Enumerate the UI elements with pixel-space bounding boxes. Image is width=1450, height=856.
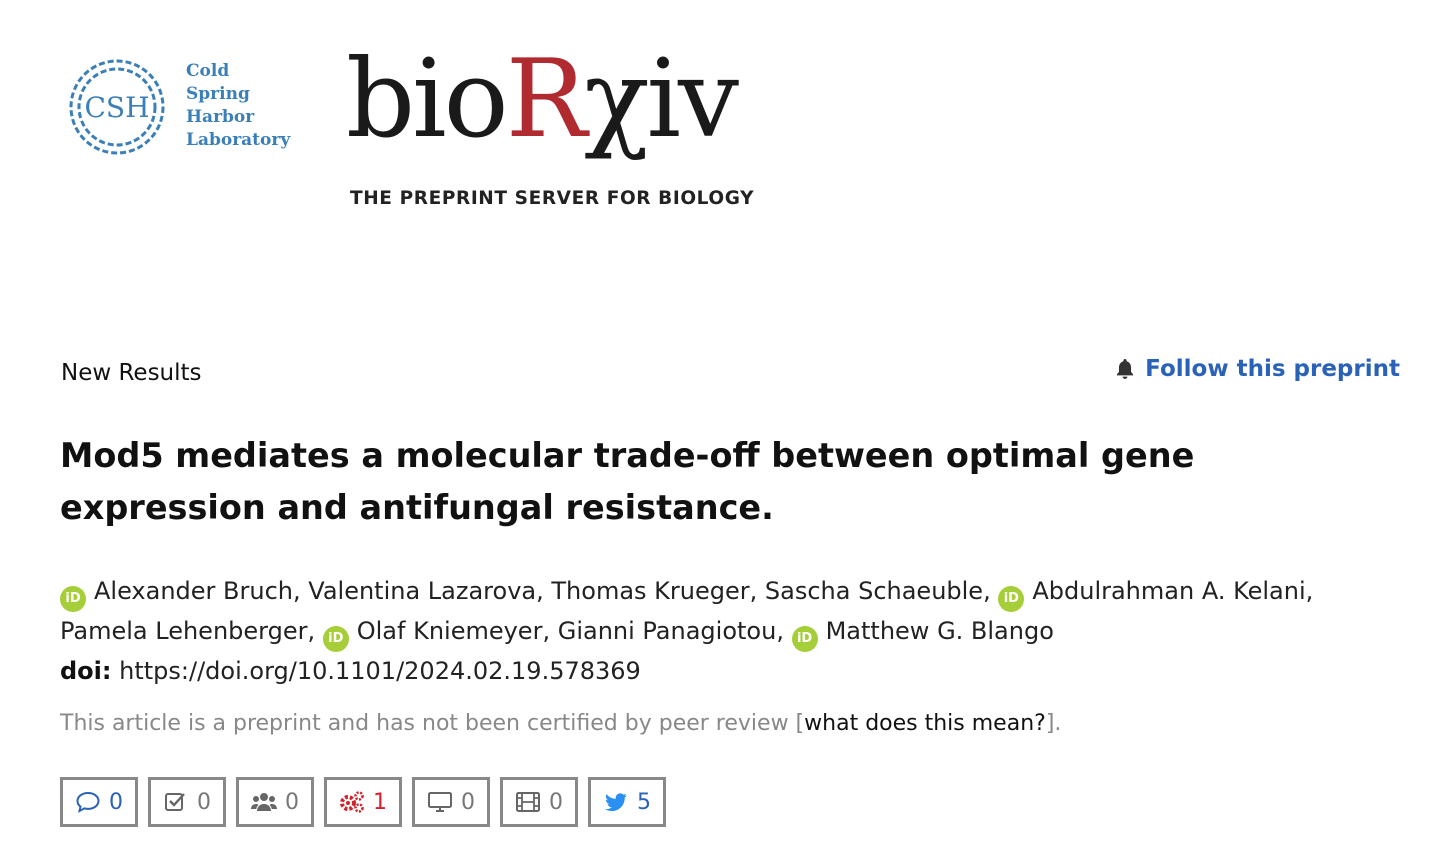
author[interactable]: Thomas Krueger, bbox=[551, 577, 757, 605]
monitor-icon bbox=[428, 792, 452, 812]
author[interactable]: iD Olaf Kniemeyer, bbox=[322, 617, 551, 652]
automated-tools-metric-button[interactable]: 1 bbox=[324, 777, 402, 827]
comments-count: 0 bbox=[109, 789, 123, 815]
brand-iv: iv bbox=[646, 37, 739, 162]
bell-icon bbox=[1117, 359, 1134, 379]
author-name: Valentina Lazarova, bbox=[308, 577, 544, 605]
posters-metric-button[interactable]: 0 bbox=[412, 777, 490, 827]
metrics-bar: 0 0 0 1 0 0 5 bbox=[60, 777, 666, 827]
author-name: Alexander Bruch, bbox=[94, 577, 301, 605]
csh-word: Harbor bbox=[186, 107, 255, 127]
author-name: Thomas Krueger, bbox=[551, 577, 758, 605]
orcid-icon[interactable]: iD bbox=[60, 586, 86, 612]
orcid-icon[interactable]: iD bbox=[791, 626, 818, 652]
site-header: CSH Cold Spring Harbor Laboratory bioRχi… bbox=[0, 0, 820, 240]
author[interactable]: iD Abdulrahman A. Kelani, bbox=[998, 577, 1314, 612]
author[interactable]: iD Matthew G. Blango bbox=[791, 617, 1054, 652]
gears-icon bbox=[340, 791, 364, 813]
community-metric-button[interactable]: 0 bbox=[236, 777, 314, 827]
videos-count: 0 bbox=[549, 789, 563, 815]
doi-label: doi: bbox=[60, 657, 112, 685]
author[interactable]: Sascha Schaeuble, bbox=[765, 577, 991, 605]
checkbox-icon bbox=[165, 793, 185, 811]
csh-word: Spring bbox=[186, 84, 250, 104]
posters-count: 0 bbox=[461, 789, 475, 815]
author[interactable]: Gianni Panagiotou, bbox=[558, 617, 784, 645]
author[interactable]: Valentina Lazarova, bbox=[308, 577, 543, 605]
twitter-icon bbox=[605, 793, 627, 812]
orcid-icon[interactable]: iD bbox=[998, 586, 1025, 612]
tagline: THE PREPRINT SERVER FOR BIOLOGY bbox=[350, 188, 755, 209]
csh-word: Cold bbox=[186, 61, 230, 81]
comments-metric-button[interactable]: 0 bbox=[60, 777, 138, 827]
what-does-this-mean-link[interactable]: what does this mean? bbox=[804, 711, 1046, 736]
comment-icon bbox=[76, 791, 100, 813]
doi-link[interactable]: https://doi.org/10.1101/2024.02.19.57836… bbox=[119, 657, 641, 685]
reviews-metric-button[interactable]: 0 bbox=[148, 777, 226, 827]
twitter-count: 5 bbox=[637, 789, 651, 815]
film-icon bbox=[516, 792, 540, 812]
follow-label: Follow this preprint bbox=[1145, 356, 1400, 382]
author[interactable]: iD Alexander Bruch, bbox=[60, 577, 301, 612]
twitter-metric-button[interactable]: 5 bbox=[588, 777, 666, 827]
author-name: Olaf Kniemeyer, bbox=[356, 617, 551, 645]
automated-tools-count: 1 bbox=[373, 789, 387, 815]
author[interactable]: Pamela Lehenberger, bbox=[60, 617, 315, 645]
community-count: 0 bbox=[285, 789, 299, 815]
brand-r: R bbox=[505, 37, 587, 162]
doi-line: doi: https://doi.org/10.1101/2024.02.19.… bbox=[60, 657, 641, 685]
author-name: Sascha Schaeuble, bbox=[764, 577, 991, 605]
article-title: Mod5 mediates a molecular trade-off betw… bbox=[60, 436, 1195, 527]
csh-logo-icon[interactable]: CSH bbox=[64, 54, 170, 160]
csh-word: Laboratory bbox=[186, 130, 291, 150]
notice-prefix: This article is a preprint and has not b… bbox=[60, 711, 805, 736]
preprint-notice: This article is a preprint and has not b… bbox=[60, 711, 1061, 736]
follow-preprint-button[interactable]: Follow this preprint bbox=[1113, 356, 1400, 382]
author-name: Gianni Panagiotou, bbox=[557, 617, 784, 645]
csh-abbrev: CSH bbox=[84, 91, 149, 124]
videos-metric-button[interactable]: 0 bbox=[500, 777, 578, 827]
biorxiv-logo[interactable]: bioRχiv bbox=[346, 37, 739, 162]
author-name: Abdulrahman A. Kelani, bbox=[1032, 577, 1314, 605]
csh-wordmark[interactable]: Cold Spring Harbor Laboratory bbox=[186, 60, 290, 152]
notice-suffix: ]. bbox=[1045, 711, 1062, 736]
article-type-label: New Results bbox=[61, 360, 202, 386]
author-list: iD Alexander Bruch, Valentina Lazarova, T… bbox=[60, 572, 1400, 652]
users-icon bbox=[251, 793, 277, 811]
brand-chi: χ bbox=[584, 37, 649, 162]
author-name: Pamela Lehenberger, bbox=[60, 617, 316, 645]
author-name: Matthew G. Blango bbox=[825, 617, 1054, 645]
brand-bio: bio bbox=[346, 37, 509, 162]
reviews-count: 0 bbox=[197, 789, 211, 815]
orcid-icon[interactable]: iD bbox=[322, 626, 349, 652]
